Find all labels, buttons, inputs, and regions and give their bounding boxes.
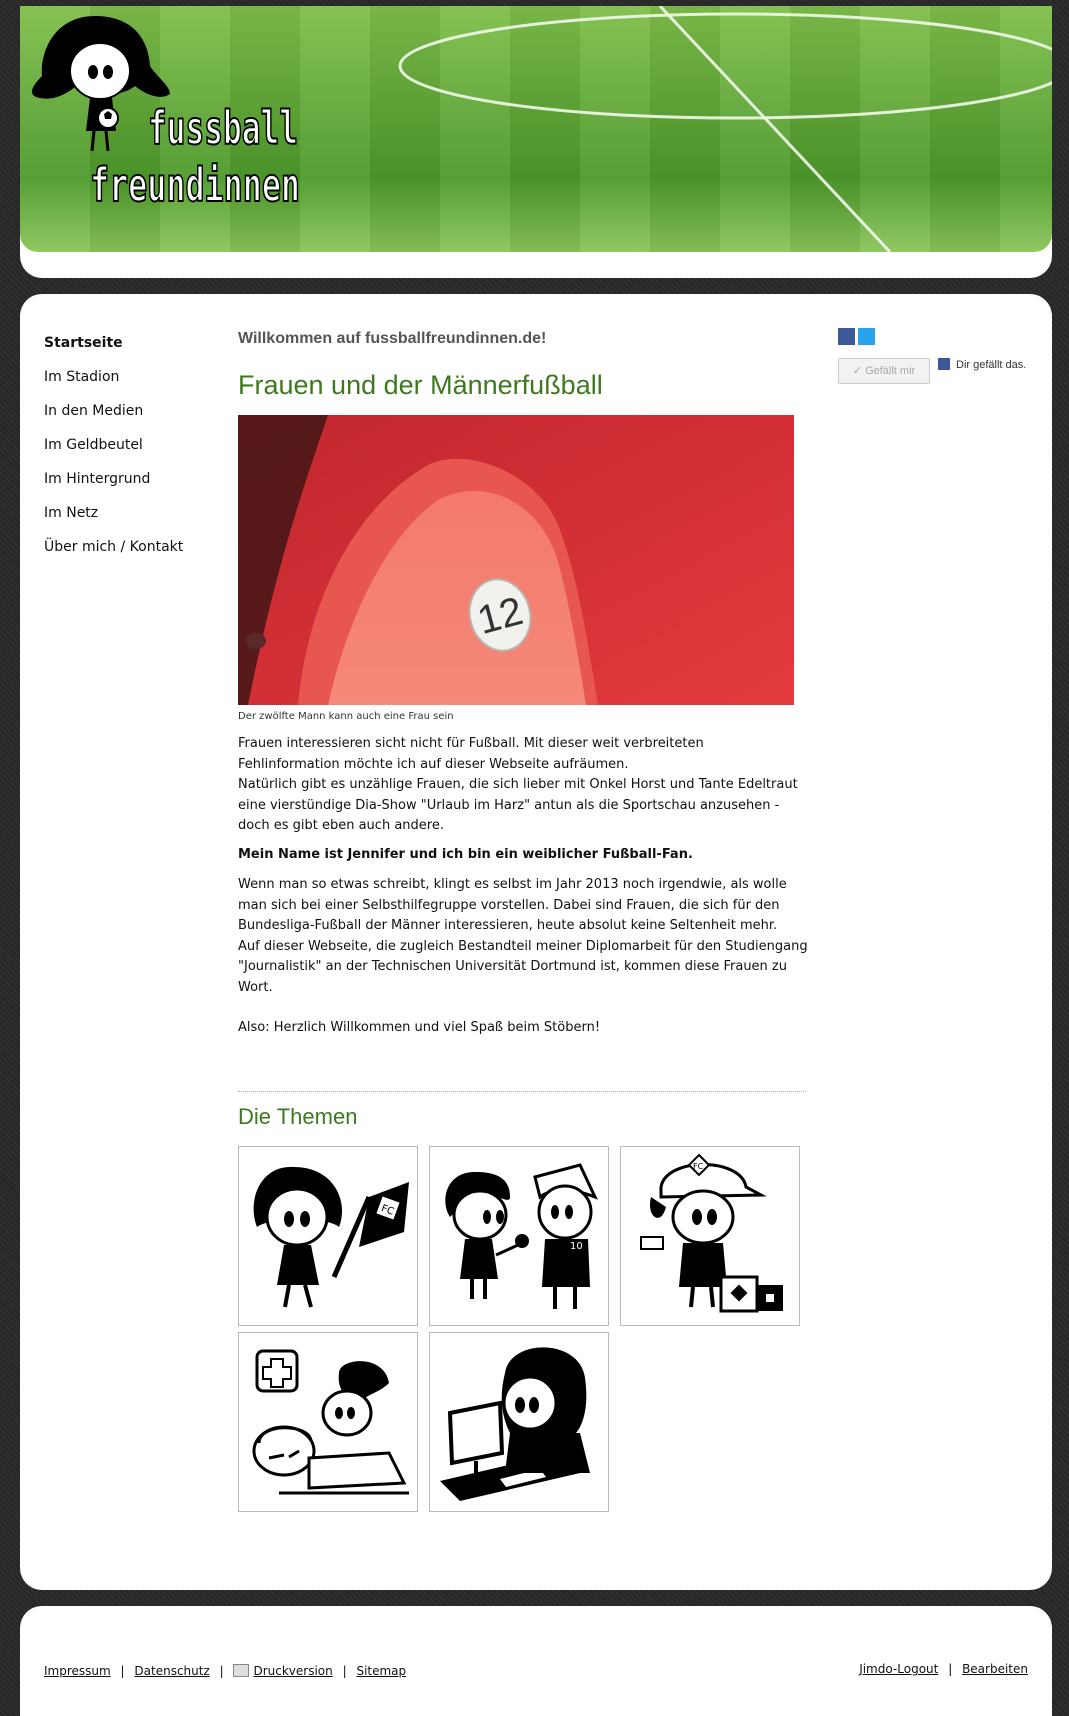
tile-shirt-number: 10 xyxy=(570,1241,583,1252)
nav-item-startseite[interactable]: Startseite xyxy=(44,334,224,368)
facebook-like-button[interactable]: ✓ Gefällt mir xyxy=(838,358,930,384)
printer-icon xyxy=(233,1664,250,1677)
section-divider xyxy=(238,1090,806,1092)
theme-tile-im-geldbeutel[interactable]: FC xyxy=(620,1145,801,1326)
photo-caption: Der zwölfte Mann kann auch eine Frau sei… xyxy=(238,711,454,722)
main-content: Willkommen auf fussballfreundinnen.de! F… xyxy=(238,330,808,1518)
nav-item-im-stadion[interactable]: Im Stadion xyxy=(44,368,224,402)
logo-text-line1: fussball xyxy=(148,101,298,155)
footer-link-datenschutz[interactable]: Datenschutz xyxy=(134,1664,209,1678)
like-info-text: Dir gefällt das. xyxy=(956,359,1027,371)
page-headline: Frauen und der Männerfußball xyxy=(238,370,603,400)
theme-tile-im-netz[interactable] xyxy=(429,1331,610,1512)
nav-item-im-geldbeutel[interactable]: Im Geldbeutel xyxy=(44,436,224,470)
sidebar-navigation: Startseite Im Stadion In den Medien Im G… xyxy=(44,334,224,572)
footer-separator: | xyxy=(948,1662,953,1676)
theme-tile-im-hintergrund[interactable] xyxy=(238,1331,418,1512)
footer-separator: | xyxy=(120,1664,125,1678)
footer-separator: | xyxy=(219,1664,224,1678)
nav-item-im-netz[interactable]: Im Netz xyxy=(44,504,224,538)
footer-link-druckversion[interactable]: Druckversion xyxy=(253,1664,332,1678)
nav-item-ueber-mich-kontakt[interactable]: Über mich / Kontakt xyxy=(44,538,224,572)
footer-link-logout[interactable]: Jimdo-Logout xyxy=(859,1662,938,1676)
footer-link-sitemap[interactable]: Sitemap xyxy=(356,1664,406,1678)
stadium-seat-photo[interactable]: 12 xyxy=(238,415,794,705)
main-container: Startseite Im Stadion In den Medien Im G… xyxy=(20,294,1052,1590)
like-info: Dir gefällt das. xyxy=(938,358,1038,373)
social-widgets: ✓ Gefällt mir Dir gefällt das. xyxy=(838,328,1038,384)
footer-link-impressum[interactable]: Impressum xyxy=(44,1664,111,1678)
facebook-mini-icon xyxy=(938,358,950,370)
intro-paragraph-4: Auf dieser Webseite, die zugleich Bestan… xyxy=(238,938,808,995)
logo-text-line2: freundinnen xyxy=(90,158,300,212)
theme-tile-im-stadion[interactable]: FC xyxy=(238,1145,418,1326)
twitter-share-icon[interactable] xyxy=(858,328,875,345)
share-icons xyxy=(838,328,1038,349)
footer-link-bearbeiten[interactable]: Bearbeiten xyxy=(962,1662,1028,1676)
intro-paragraph-1: Frauen interessieren sicht nicht für Fuß… xyxy=(238,736,704,772)
footer-links-left: Impressum | Datenschutz | Druckversion |… xyxy=(44,1664,406,1678)
site-header: fussball freundinnen xyxy=(20,6,1052,278)
site-logo[interactable]: fussball freundinnen xyxy=(20,6,320,216)
facebook-share-icon[interactable] xyxy=(838,328,855,345)
intro-paragraph-5: Also: Herzlich Willkommen und viel Spaß … xyxy=(238,1020,601,1035)
intro-bold-statement: Mein Name ist Jennifer und ich bin ein w… xyxy=(238,846,693,862)
intro-paragraph-3: Wenn man so etwas schreibt, klingt es se… xyxy=(238,877,787,933)
footer-links-right: Jimdo-Logout | Bearbeiten xyxy=(859,1662,1028,1676)
cap-fc-label: FC xyxy=(693,1162,704,1171)
nav-item-in-den-medien[interactable]: In den Medien xyxy=(44,402,224,436)
welcome-text: Willkommen auf fussballfreundinnen.de! xyxy=(238,330,547,347)
footer-separator: | xyxy=(342,1664,347,1678)
intro-paragraph-2: Natürlich gibt es unzählige Frauen, die … xyxy=(238,777,798,833)
themes-grid: FC 10 FC xyxy=(238,1145,808,1518)
pitch-banner: fussball freundinnen xyxy=(20,6,1052,252)
theme-tile-in-den-medien[interactable]: 10 xyxy=(429,1145,610,1326)
site-footer: Impressum | Datenschutz | Druckversion |… xyxy=(20,1606,1052,1716)
nav-item-im-hintergrund[interactable]: Im Hintergrund xyxy=(44,470,224,504)
themes-heading: Die Themen xyxy=(238,1103,358,1129)
